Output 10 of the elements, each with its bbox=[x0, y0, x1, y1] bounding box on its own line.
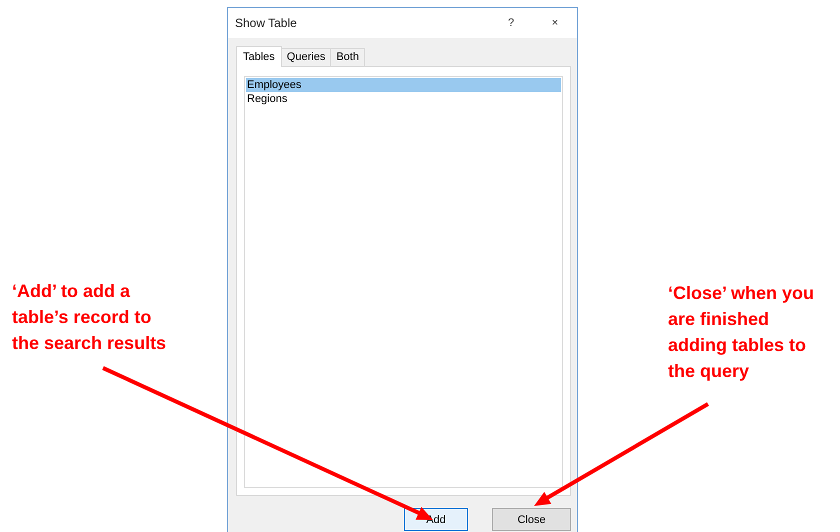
window-title: Show Table bbox=[235, 16, 298, 30]
tab[interactable]: Tables bbox=[236, 46, 282, 67]
close-dialog-button[interactable]: Close bbox=[492, 508, 571, 531]
tab[interactable]: Both bbox=[330, 48, 365, 66]
help-button[interactable]: ? bbox=[489, 17, 533, 29]
list-item[interactable]: Employees bbox=[246, 78, 561, 92]
annotation-text: ‘Add’ to add a table’s record to the search results bbox=[12, 280, 166, 355]
close-button[interactable]: × bbox=[533, 17, 577, 29]
annotation-text: ‘Close’ when you are finished adding tables to the query bbox=[668, 282, 814, 383]
list-item[interactable]: Regions bbox=[246, 92, 561, 106]
